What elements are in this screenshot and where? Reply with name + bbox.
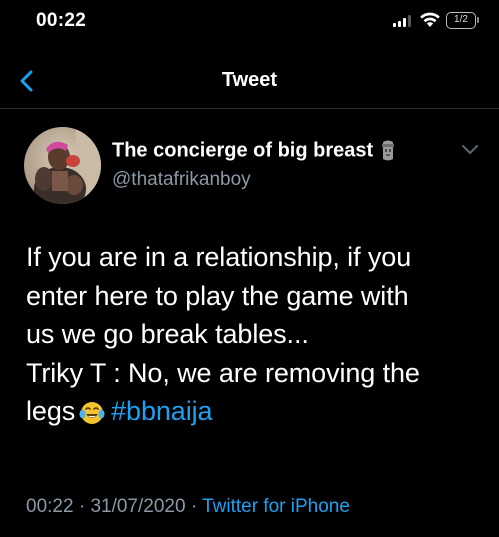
- tweet-text: If you are in a relationship, if you ent…: [26, 238, 486, 431]
- page-title: Tweet: [221, 69, 278, 91]
- author-name-row[interactable]: The concierge of big breast: [112, 139, 398, 167]
- tweet-date: 31/07/2020: [90, 496, 186, 517]
- meta-separator: ·: [78, 496, 86, 517]
- battery-page-badge: 1/2: [446, 12, 476, 29]
- tweet-text-line: If you are in a relationship, if you: [26, 242, 412, 272]
- moai-icon: [382, 140, 395, 161]
- battery-tip: [477, 17, 479, 23]
- tweet-text-line: legs: [26, 396, 76, 426]
- hashtag-link[interactable]: #bbnaija: [111, 396, 212, 426]
- avatar[interactable]: [24, 127, 101, 204]
- author-name[interactable]: The concierge of big breast: [112, 140, 373, 162]
- tweet-text-line: enter here to play the game with: [26, 280, 409, 311]
- tweet-meta: 00:22 · 31/07/2020 · Twitter for iPhone: [26, 496, 350, 518]
- cellular-signal-icon: [393, 15, 413, 27]
- tweet-time: 00:22: [26, 496, 74, 517]
- status-bar: 00:22 1/2: [0, 0, 499, 44]
- tweet-source-link[interactable]: Twitter for iPhone: [202, 496, 350, 517]
- tweet-text-line: us we go break tables...: [26, 319, 309, 349]
- laughing-tears-icon: [79, 402, 105, 424]
- chevron-down-icon[interactable]: [461, 144, 479, 156]
- meta-separator: ·: [190, 496, 198, 517]
- tweet-text-last-line: legs #bbnaija: [26, 392, 486, 431]
- wifi-icon: [420, 12, 440, 27]
- author-handle[interactable]: @thatafrikanboy: [112, 169, 251, 191]
- status-time: 00:22: [36, 10, 87, 31]
- tweet-text-line: Triky T : No, we are removing the: [26, 357, 420, 388]
- nav-bar: Tweet: [0, 56, 499, 109]
